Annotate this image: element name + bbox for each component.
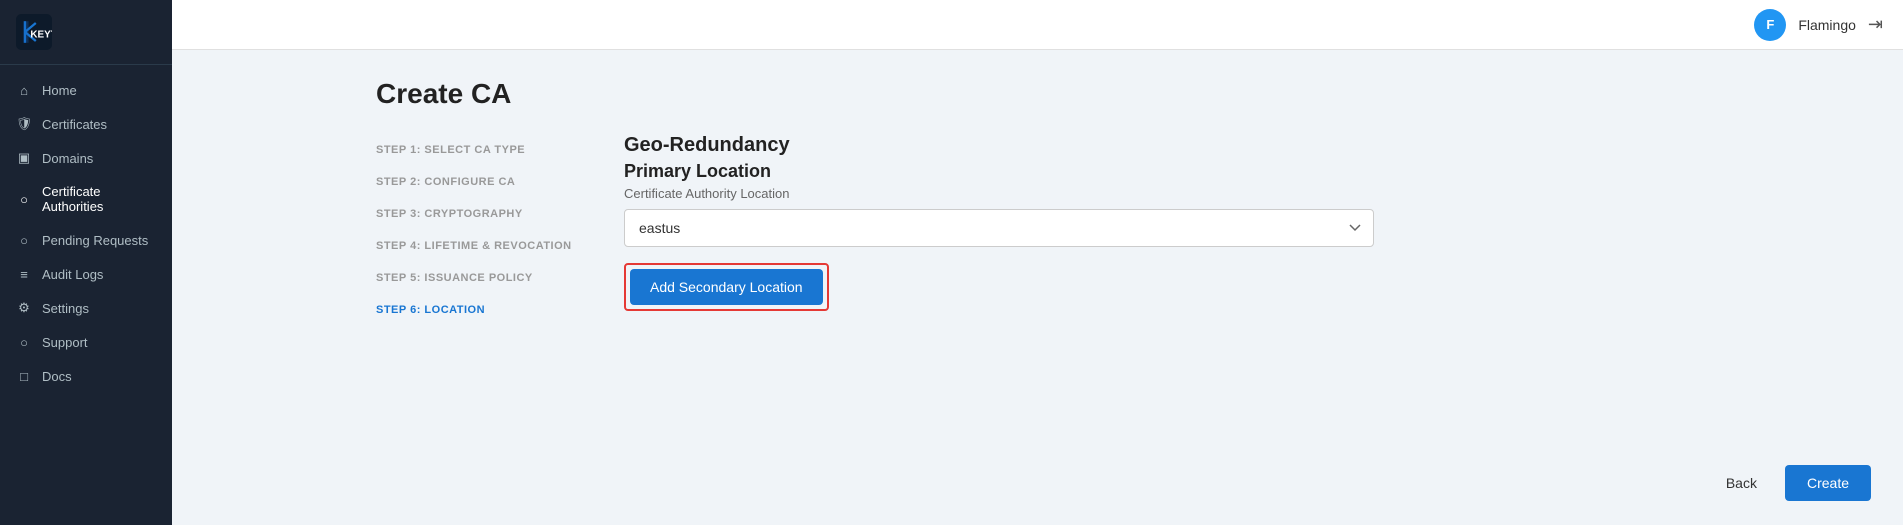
sidebar-label-certificates: Certificates — [42, 117, 107, 132]
content-area: Step 1: Select CA Type Step 2: Configure… — [376, 134, 1871, 335]
field-label: Certificate Authority Location — [624, 186, 1374, 201]
page-title: Create CA — [376, 78, 1871, 110]
sidebar-item-support[interactable]: ○ Support — [0, 325, 172, 359]
domain-icon: ▣ — [16, 150, 32, 166]
svg-text:KEYTOS: KEYTOS — [30, 29, 52, 40]
sidebar-label-docs: Docs — [42, 369, 72, 384]
logout-icon[interactable]: ⇥ — [1868, 14, 1883, 35]
sidebar-item-audit-logs[interactable]: ≡ Audit Logs — [0, 257, 172, 291]
step-2: Step 2: Configure CA — [376, 166, 576, 198]
section-sub-title: Primary Location — [624, 161, 1374, 182]
sidebar-label-pending: Pending Requests — [42, 233, 148, 248]
logo-area: KEYTOS — [0, 0, 172, 65]
sidebar-label-home: Home — [42, 83, 77, 98]
sidebar-item-home[interactable]: ⌂ Home — [0, 73, 172, 107]
step-6: Step 6: Location — [376, 294, 576, 326]
steps-panel: Step 1: Select CA Type Step 2: Configure… — [376, 134, 576, 335]
pending-icon: ○ — [16, 232, 32, 248]
certificate-icon: 🛡 — [16, 116, 32, 132]
docs-icon: □ — [16, 368, 32, 384]
add-secondary-highlight: Add Secondary Location — [624, 263, 829, 311]
user-name: Flamingo — [1798, 17, 1856, 33]
location-select[interactable]: eastus westus eastus2 westus2 northeurop… — [624, 209, 1374, 247]
add-secondary-location-button[interactable]: Add Secondary Location — [630, 269, 823, 305]
sidebar-label-audit: Audit Logs — [42, 267, 103, 282]
step-3: Step 3: Cryptography — [376, 198, 576, 230]
keytos-logo: KEYTOS — [16, 14, 52, 50]
form-panel: Geo-Redundancy Primary Location Certific… — [624, 134, 1374, 335]
sidebar-item-docs[interactable]: □ Docs — [0, 359, 172, 393]
sidebar-item-certificates[interactable]: 🛡 Certificates — [0, 107, 172, 141]
sidebar-label-cas: Certificate Authorities — [42, 184, 156, 214]
home-icon: ⌂ — [16, 82, 32, 98]
step-1: Step 1: Select CA Type — [376, 134, 576, 166]
sidebar-item-settings[interactable]: ⚙ Settings — [0, 291, 172, 325]
sidebar-item-domains[interactable]: ▣ Domains — [0, 141, 172, 175]
actions-row: Back Create — [1710, 465, 1871, 501]
sidebar-label-support: Support — [42, 335, 88, 350]
sidebar: KEYTOS ⌂ Home 🛡 Certificates ▣ Domains ○… — [0, 0, 172, 525]
header: F Flamingo ⇥ — [172, 0, 1903, 50]
sidebar-label-settings: Settings — [42, 301, 89, 316]
audit-icon: ≡ — [16, 266, 32, 282]
back-button[interactable]: Back — [1710, 467, 1773, 499]
step-5: Step 5: Issuance Policy — [376, 262, 576, 294]
main-content: Create CA Step 1: Select CA Type Step 2:… — [344, 50, 1903, 525]
sidebar-item-certificate-authorities[interactable]: ○ Certificate Authorities — [0, 175, 172, 223]
sidebar-label-domains: Domains — [42, 151, 93, 166]
support-icon: ○ — [16, 334, 32, 350]
step-4: Step 4: Lifetime & Revocation — [376, 230, 576, 262]
create-button[interactable]: Create — [1785, 465, 1871, 501]
sidebar-item-pending-requests[interactable]: ○ Pending Requests — [0, 223, 172, 257]
avatar: F — [1754, 9, 1786, 41]
sidebar-nav: ⌂ Home 🛡 Certificates ▣ Domains ○ Certif… — [0, 65, 172, 525]
ca-icon: ○ — [16, 191, 32, 207]
section-main-title: Geo-Redundancy — [624, 134, 1374, 157]
settings-icon: ⚙ — [16, 300, 32, 316]
